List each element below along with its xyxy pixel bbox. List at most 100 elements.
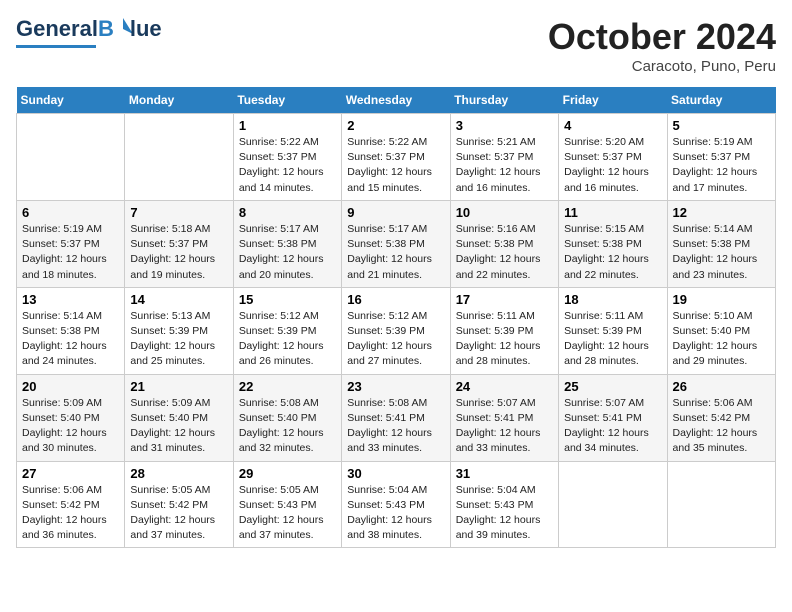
logo: GeneralB lue — [16, 16, 162, 48]
sunset-text: Sunset: 5:38 PM — [564, 238, 642, 250]
day-info: Sunrise: 5:18 AMSunset: 5:37 PMDaylight:… — [130, 222, 227, 283]
calendar-cell: 23Sunrise: 5:08 AMSunset: 5:41 PMDayligh… — [342, 374, 450, 461]
sunrise-text: Sunrise: 5:16 AM — [456, 223, 536, 235]
location-subtitle: Caracoto, Puno, Peru — [548, 58, 776, 75]
sunset-text: Sunset: 5:37 PM — [130, 238, 208, 250]
calendar-cell: 25Sunrise: 5:07 AMSunset: 5:41 PMDayligh… — [559, 374, 667, 461]
day-info: Sunrise: 5:09 AMSunset: 5:40 PMDaylight:… — [130, 396, 227, 457]
day-info: Sunrise: 5:16 AMSunset: 5:38 PMDaylight:… — [456, 222, 553, 283]
sunrise-text: Sunrise: 5:19 AM — [22, 223, 102, 235]
sunset-text: Sunset: 5:42 PM — [130, 499, 208, 511]
daylight-text: Daylight: 12 hours and 30 minutes. — [22, 427, 107, 454]
day-info: Sunrise: 5:20 AMSunset: 5:37 PMDaylight:… — [564, 135, 661, 196]
sunset-text: Sunset: 5:40 PM — [239, 412, 317, 424]
calendar-cell: 29Sunrise: 5:05 AMSunset: 5:43 PMDayligh… — [233, 461, 341, 548]
day-info: Sunrise: 5:05 AMSunset: 5:42 PMDaylight:… — [130, 483, 227, 544]
sunrise-text: Sunrise: 5:05 AM — [239, 484, 319, 496]
sunset-text: Sunset: 5:43 PM — [239, 499, 317, 511]
header-saturday: Saturday — [667, 87, 775, 114]
daylight-text: Daylight: 12 hours and 33 minutes. — [456, 427, 541, 454]
day-info: Sunrise: 5:04 AMSunset: 5:43 PMDaylight:… — [347, 483, 444, 544]
calendar-cell: 20Sunrise: 5:09 AMSunset: 5:40 PMDayligh… — [17, 374, 125, 461]
daylight-text: Daylight: 12 hours and 39 minutes. — [456, 514, 541, 541]
calendar-cell: 11Sunrise: 5:15 AMSunset: 5:38 PMDayligh… — [559, 200, 667, 287]
page-header: GeneralB lue October 2024 Caracoto, Puno… — [16, 16, 776, 75]
calendar-week-5: 27Sunrise: 5:06 AMSunset: 5:42 PMDayligh… — [17, 461, 776, 548]
sunrise-text: Sunrise: 5:09 AM — [22, 397, 102, 409]
day-number: 31 — [456, 466, 553, 481]
sunrise-text: Sunrise: 5:22 AM — [239, 136, 319, 148]
calendar-week-1: 1 Sunrise: 5:22 AM Sunset: 5:37 PM Daylight… — [17, 114, 776, 201]
daylight-text: Daylight: 12 hours and 20 minutes. — [239, 253, 324, 280]
calendar-week-2: 6Sunrise: 5:19 AMSunset: 5:37 PMDaylight… — [17, 200, 776, 287]
day-number: 24 — [456, 379, 553, 394]
daylight-text: Daylight: 12 hours and 24 minutes. — [22, 340, 107, 367]
sunrise-text: Sunrise: 5:17 AM — [347, 223, 427, 235]
sunset-text: Sunset: 5:37 PM — [347, 151, 425, 163]
daylight-text: Daylight: 12 hours and 35 minutes. — [673, 427, 758, 454]
sunrise-text: Sunrise: 5:05 AM — [130, 484, 210, 496]
daylight-text: Daylight: 12 hours and 15 minutes. — [347, 166, 432, 193]
sunrise-text: Sunrise: 5:12 AM — [347, 310, 427, 322]
day-info: Sunrise: 5:06 AMSunset: 5:42 PMDaylight:… — [22, 483, 119, 544]
calendar-cell: 30Sunrise: 5:04 AMSunset: 5:43 PMDayligh… — [342, 461, 450, 548]
day-number: 19 — [673, 292, 770, 307]
day-number: 28 — [130, 466, 227, 481]
calendar-week-3: 13 Sunrise: 5:14 AM Sunset: 5:38 PM Dayligh… — [17, 287, 776, 374]
calendar-cell: 3Sunrise: 5:21 AMSunset: 5:37 PMDaylight… — [450, 114, 558, 201]
day-info: Sunrise: 5:14 AM Sunset: 5:38 PM Daylight:… — [22, 309, 119, 370]
logo-text: GeneralB — [16, 17, 114, 41]
sunrise-text: Sunrise: 5:07 AM — [456, 397, 536, 409]
day-number: 5 — [673, 118, 770, 133]
sunset-text: Sunset: 5:42 PM — [22, 499, 100, 511]
day-info: Sunrise: 5:06 AMSunset: 5:42 PMDaylight:… — [673, 396, 770, 457]
sunrise-text: Sunrise: 5:06 AM — [22, 484, 102, 496]
calendar-cell: 24 Sunrise: 5:07 AMSunset: 5:41 PMDayligh… — [450, 374, 558, 461]
daylight-text: Daylight: 12 hours and 28 minutes. — [564, 340, 649, 367]
day-info: Sunrise: 5:09 AMSunset: 5:40 PMDaylight:… — [22, 396, 119, 457]
day-info: Sunrise: 5:12 AMSunset: 5:39 PMDaylight:… — [347, 309, 444, 370]
daylight-text: Daylight: 12 hours and 26 minutes. — [239, 340, 324, 367]
day-info: Sunrise: 5:11 AMSunset: 5:39 PMDaylight:… — [456, 309, 553, 370]
sunset-text: Sunset: 5:38 PM — [456, 238, 534, 250]
day-number: 3 — [456, 118, 553, 133]
calendar-cell: 18Sunrise: 5:11 AMSunset: 5:39 PMDayligh… — [559, 287, 667, 374]
daylight-text: Daylight: 12 hours and 17 minutes. — [673, 166, 758, 193]
sunrise-text: Sunrise: 5:14 AM — [673, 223, 753, 235]
calendar-cell: 28Sunrise: 5:05 AMSunset: 5:42 PMDayligh… — [125, 461, 233, 548]
sunset-text: Sunset: 5:39 PM — [456, 325, 534, 337]
sunset-text: Sunset: 5:41 PM — [564, 412, 642, 424]
calendar-cell: 6Sunrise: 5:19 AMSunset: 5:37 PMDaylight… — [17, 200, 125, 287]
day-info: Sunrise: 5:14 AMSunset: 5:38 PMDaylight:… — [673, 222, 770, 283]
header-thursday: Thursday — [450, 87, 558, 114]
calendar-cell: 22Sunrise: 5:08 AMSunset: 5:40 PMDayligh… — [233, 374, 341, 461]
sunset-text: Sunset: 5:39 PM — [239, 325, 317, 337]
day-number: 11 — [564, 205, 661, 220]
day-info: Sunrise: 5:19 AMSunset: 5:37 PMDaylight:… — [22, 222, 119, 283]
title-block: October 2024 Caracoto, Puno, Peru — [548, 16, 776, 75]
day-info: Sunrise: 5:07 AMSunset: 5:41 PMDaylight:… — [456, 396, 553, 457]
calendar-cell: 31Sunrise: 5:04 AMSunset: 5:43 PMDayligh… — [450, 461, 558, 548]
sunrise-text: Sunrise: 5:21 AM — [456, 136, 536, 148]
sunrise-text: Sunrise: 5:14 AM — [22, 310, 102, 322]
day-number: 12 — [673, 205, 770, 220]
day-number: 13 — [22, 292, 119, 307]
calendar-cell: 8Sunrise: 5:17 AMSunset: 5:38 PMDaylight… — [233, 200, 341, 287]
calendar-cell — [559, 461, 667, 548]
sunset-text: Sunset: 5:37 PM — [239, 151, 317, 163]
day-info: Sunrise: 5:08 AMSunset: 5:41 PMDaylight:… — [347, 396, 444, 457]
daylight-text: Daylight: 12 hours and 14 minutes. — [239, 166, 324, 193]
day-info: Sunrise: 5:11 AMSunset: 5:39 PMDaylight:… — [564, 309, 661, 370]
day-number: 1 — [239, 118, 336, 133]
daylight-text: Daylight: 12 hours and 16 minutes. — [564, 166, 649, 193]
sunset-text: Sunset: 5:43 PM — [456, 499, 534, 511]
sunrise-text: Sunrise: 5:22 AM — [347, 136, 427, 148]
daylight-text: Daylight: 12 hours and 33 minutes. — [347, 427, 432, 454]
calendar-cell: 15Sunrise: 5:12 AMSunset: 5:39 PMDayligh… — [233, 287, 341, 374]
day-info: Sunrise: 5:12 AMSunset: 5:39 PMDaylight:… — [239, 309, 336, 370]
day-number: 4 — [564, 118, 661, 133]
header-tuesday: Tuesday — [233, 87, 341, 114]
calendar-cell: 13 Sunrise: 5:14 AM Sunset: 5:38 PM Dayligh… — [17, 287, 125, 374]
sunset-text: Sunset: 5:38 PM — [22, 325, 100, 337]
daylight-text: Daylight: 12 hours and 19 minutes. — [130, 253, 215, 280]
